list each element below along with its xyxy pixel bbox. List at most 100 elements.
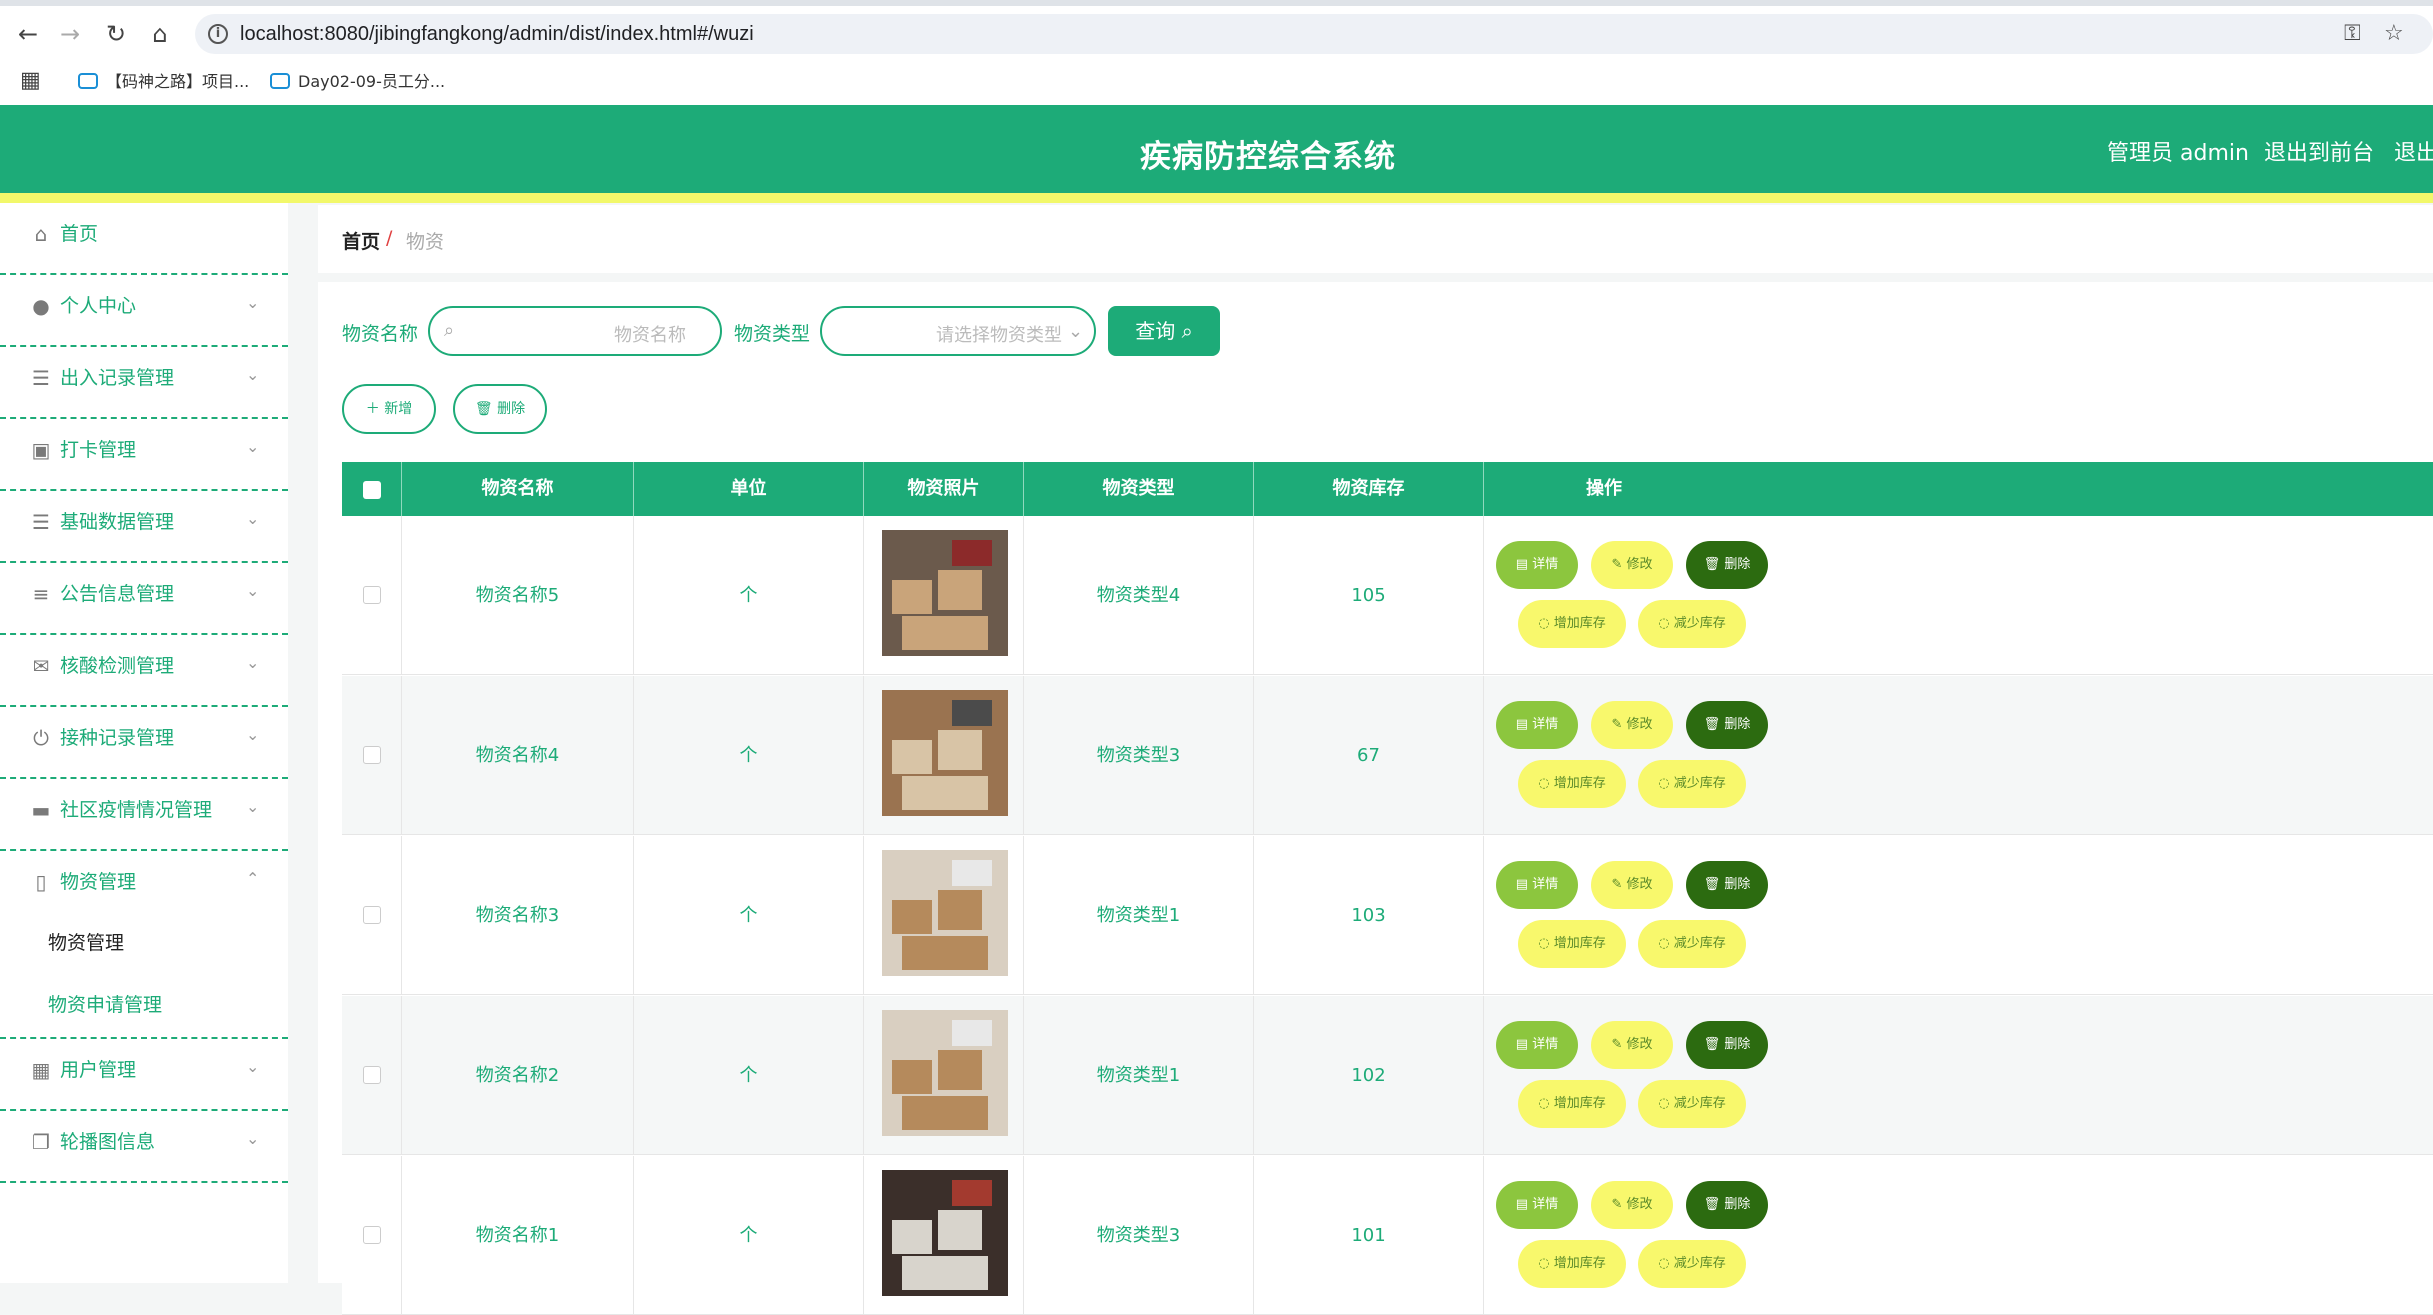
supply-photo[interactable] bbox=[882, 530, 1008, 656]
add-stock-button[interactable]: ◌ 增加库存 bbox=[1518, 1240, 1626, 1288]
name-search-input[interactable]: ⌕ 物资名称 bbox=[428, 306, 722, 356]
add-stock-button-label: 增加库存 bbox=[1553, 1256, 1606, 1271]
home-browser-icon[interactable]: ⌂ bbox=[142, 16, 178, 52]
edit-button[interactable]: ✎ 修改 bbox=[1591, 1181, 1673, 1229]
sidebar-item-supplies[interactable]: ▯ 物资管理 ⌃ 物资管理 物资申请管理 bbox=[0, 851, 288, 1039]
trash-icon: 🗑 bbox=[1703, 717, 1721, 732]
row-checkbox[interactable] bbox=[363, 1066, 381, 1084]
cell-unit: 个 bbox=[634, 676, 864, 835]
sidebar-item-carousel[interactable]: ❐ 轮播图信息 ⌄ bbox=[0, 1111, 288, 1183]
app-title: 疾病防控综合系统 bbox=[1140, 139, 1396, 175]
detail-button[interactable]: ▤ 详情 bbox=[1496, 861, 1578, 909]
edit-button-label: 修改 bbox=[1626, 1037, 1653, 1052]
sidebar-item-personal[interactable]: ● 个人中心 ⌄ bbox=[0, 275, 288, 347]
search-icon: ⌕ bbox=[444, 320, 455, 341]
bookmark-item[interactable]: Day02-09-员工分... bbox=[270, 68, 445, 96]
user-label[interactable]: 管理员 admin bbox=[2107, 135, 2249, 167]
cell-unit: 个 bbox=[634, 996, 864, 1155]
copy-icon: ❐ bbox=[32, 1130, 50, 1154]
supply-photo[interactable] bbox=[882, 1010, 1008, 1136]
edit-button[interactable]: ✎ 修改 bbox=[1591, 1021, 1673, 1069]
add-stock-button-label: 增加库存 bbox=[1553, 776, 1606, 791]
supply-photo[interactable] bbox=[882, 1170, 1008, 1296]
delete-button-label: 删除 bbox=[1724, 877, 1751, 892]
sidebar-item-basic-data[interactable]: ☰ 基础数据管理 ⌄ bbox=[0, 491, 288, 563]
detail-button[interactable]: ▤ 详情 bbox=[1496, 1021, 1578, 1069]
sidebar-item-nucleic-test[interactable]: ✉ 核酸检测管理 ⌄ bbox=[0, 635, 288, 707]
submenu-item-supplies[interactable]: 物资管理 bbox=[48, 931, 124, 955]
supply-photo[interactable] bbox=[882, 690, 1008, 816]
row-checkbox[interactable] bbox=[363, 1226, 381, 1244]
delete-button[interactable]: 🗑 删除 bbox=[1686, 701, 1768, 749]
bulb-icon: ◌ bbox=[1538, 1096, 1550, 1111]
reduce-stock-button[interactable]: ◌ 减少库存 bbox=[1638, 1240, 1746, 1288]
supply-photo[interactable] bbox=[882, 850, 1008, 976]
cell-unit: 个 bbox=[634, 836, 864, 995]
sidebar-item-label: 接种记录管理 bbox=[60, 727, 175, 749]
chevron-down-icon: ⌄ bbox=[246, 1129, 260, 1148]
forward-icon[interactable]: → bbox=[52, 16, 88, 52]
sidebar-item-notice[interactable]: ≡ 公告信息管理 ⌄ bbox=[0, 563, 288, 635]
bulb-icon: ◌ bbox=[1658, 1096, 1670, 1111]
main-content: 物资名称 ⌕ 物资名称 物资类型 请选择物资类型 ⌄ 查询 ⌕ ＋ 新增 🗑 删… bbox=[318, 282, 2433, 1315]
apps-icon[interactable]: ▦ bbox=[20, 68, 41, 93]
row-checkbox[interactable] bbox=[363, 906, 381, 924]
reload-icon[interactable]: ↻ bbox=[98, 16, 134, 52]
delete-button[interactable]: 🗑 删除 bbox=[1686, 861, 1768, 909]
name-search-placeholder: 物资名称 bbox=[614, 325, 686, 346]
chevron-down-icon: ⌄ bbox=[246, 509, 260, 528]
bulb-icon: ◌ bbox=[1538, 1256, 1550, 1271]
reduce-stock-button[interactable]: ◌ 减少库存 bbox=[1638, 600, 1746, 648]
user-icon: ● bbox=[32, 294, 50, 318]
chevron-down-icon: ⌄ bbox=[246, 437, 260, 456]
detail-button[interactable]: ▤ 详情 bbox=[1496, 541, 1578, 589]
add-button[interactable]: ＋ 新增 bbox=[342, 384, 436, 434]
detail-button[interactable]: ▤ 详情 bbox=[1496, 701, 1578, 749]
row-checkbox[interactable] bbox=[363, 586, 381, 604]
reduce-stock-button[interactable]: ◌ 减少库存 bbox=[1638, 1080, 1746, 1128]
chevron-up-icon: ⌃ bbox=[246, 869, 260, 888]
logout-link[interactable]: 退出 bbox=[2394, 135, 2433, 167]
edit-button[interactable]: ✎ 修改 bbox=[1591, 861, 1673, 909]
query-button[interactable]: 查询 ⌕ bbox=[1108, 306, 1220, 356]
url-text[interactable]: localhost:8080/jibingfangkong/admin/dist… bbox=[240, 20, 754, 48]
sidebar-item-community-epidemic[interactable]: ▬ 社区疫情情况管理 ⌄ bbox=[0, 779, 288, 851]
key-icon[interactable]: ⚿ bbox=[2344, 20, 2361, 48]
add-stock-button-label: 增加库存 bbox=[1553, 1096, 1606, 1111]
detail-button[interactable]: ▤ 详情 bbox=[1496, 1181, 1578, 1229]
sidebar-item-home[interactable]: ⌂ 首页 bbox=[0, 203, 288, 275]
breadcrumb-home[interactable]: 首页 bbox=[342, 227, 380, 254]
sidebar: ⌂ 首页 ● 个人中心 ⌄ ☰ 出入记录管理 ⌄ ▣ 打卡管理 ⌄ ☰ 基础数据… bbox=[0, 203, 288, 1283]
sidebar-item-entry-records[interactable]: ☰ 出入记录管理 ⌄ bbox=[0, 347, 288, 419]
select-all-checkbox[interactable] bbox=[363, 481, 381, 499]
star-icon[interactable]: ☆ bbox=[2384, 20, 2404, 48]
add-stock-button[interactable]: ◌ 增加库存 bbox=[1518, 1080, 1626, 1128]
reduce-stock-button[interactable]: ◌ 减少库存 bbox=[1638, 920, 1746, 968]
to-front-link[interactable]: 退出到前台 bbox=[2264, 135, 2374, 167]
cell-stock: 101 bbox=[1254, 1156, 1484, 1315]
sidebar-item-users[interactable]: ▦ 用户管理 ⌄ bbox=[0, 1039, 288, 1111]
back-icon[interactable]: ← bbox=[10, 16, 46, 52]
row-checkbox[interactable] bbox=[363, 746, 381, 764]
add-stock-button[interactable]: ◌ 增加库存 bbox=[1518, 600, 1626, 648]
type-select[interactable]: 请选择物资类型 ⌄ bbox=[820, 306, 1096, 356]
add-stock-button[interactable]: ◌ 增加库存 bbox=[1518, 920, 1626, 968]
trash-icon: 🗑 bbox=[1703, 1037, 1721, 1052]
batch-delete-button[interactable]: 🗑 删除 bbox=[453, 384, 547, 434]
edit-button[interactable]: ✎ 修改 bbox=[1591, 701, 1673, 749]
edit-button[interactable]: ✎ 修改 bbox=[1591, 541, 1673, 589]
bookmark-item[interactable]: 【码神之路】项目... bbox=[78, 68, 249, 96]
delete-button[interactable]: 🗑 删除 bbox=[1686, 541, 1768, 589]
reduce-stock-button[interactable]: ◌ 减少库存 bbox=[1638, 760, 1746, 808]
add-stock-button[interactable]: ◌ 增加库存 bbox=[1518, 760, 1626, 808]
delete-button[interactable]: 🗑 删除 bbox=[1686, 1181, 1768, 1229]
sidebar-item-checkin[interactable]: ▣ 打卡管理 ⌄ bbox=[0, 419, 288, 491]
delete-button-label: 删除 bbox=[1724, 1037, 1751, 1052]
sidebar-item-vaccination[interactable]: ⏻ 接种记录管理 ⌄ bbox=[0, 707, 288, 779]
submenu-item-supply-requests[interactable]: 物资申请管理 bbox=[48, 993, 162, 1017]
type-select-placeholder: 请选择物资类型 bbox=[936, 325, 1062, 346]
delete-button[interactable]: 🗑 删除 bbox=[1686, 1021, 1768, 1069]
bookmark-label: 【码神之路】项目... bbox=[106, 72, 250, 91]
table-row: 物资名称5 个物资类型4 105 ▤ 详情 ✎ 修改 🗑 删除 ◌ 增加库存 ◌ 减少库存 bbox=[342, 516, 2433, 675]
site-info-icon[interactable]: i bbox=[208, 24, 228, 44]
